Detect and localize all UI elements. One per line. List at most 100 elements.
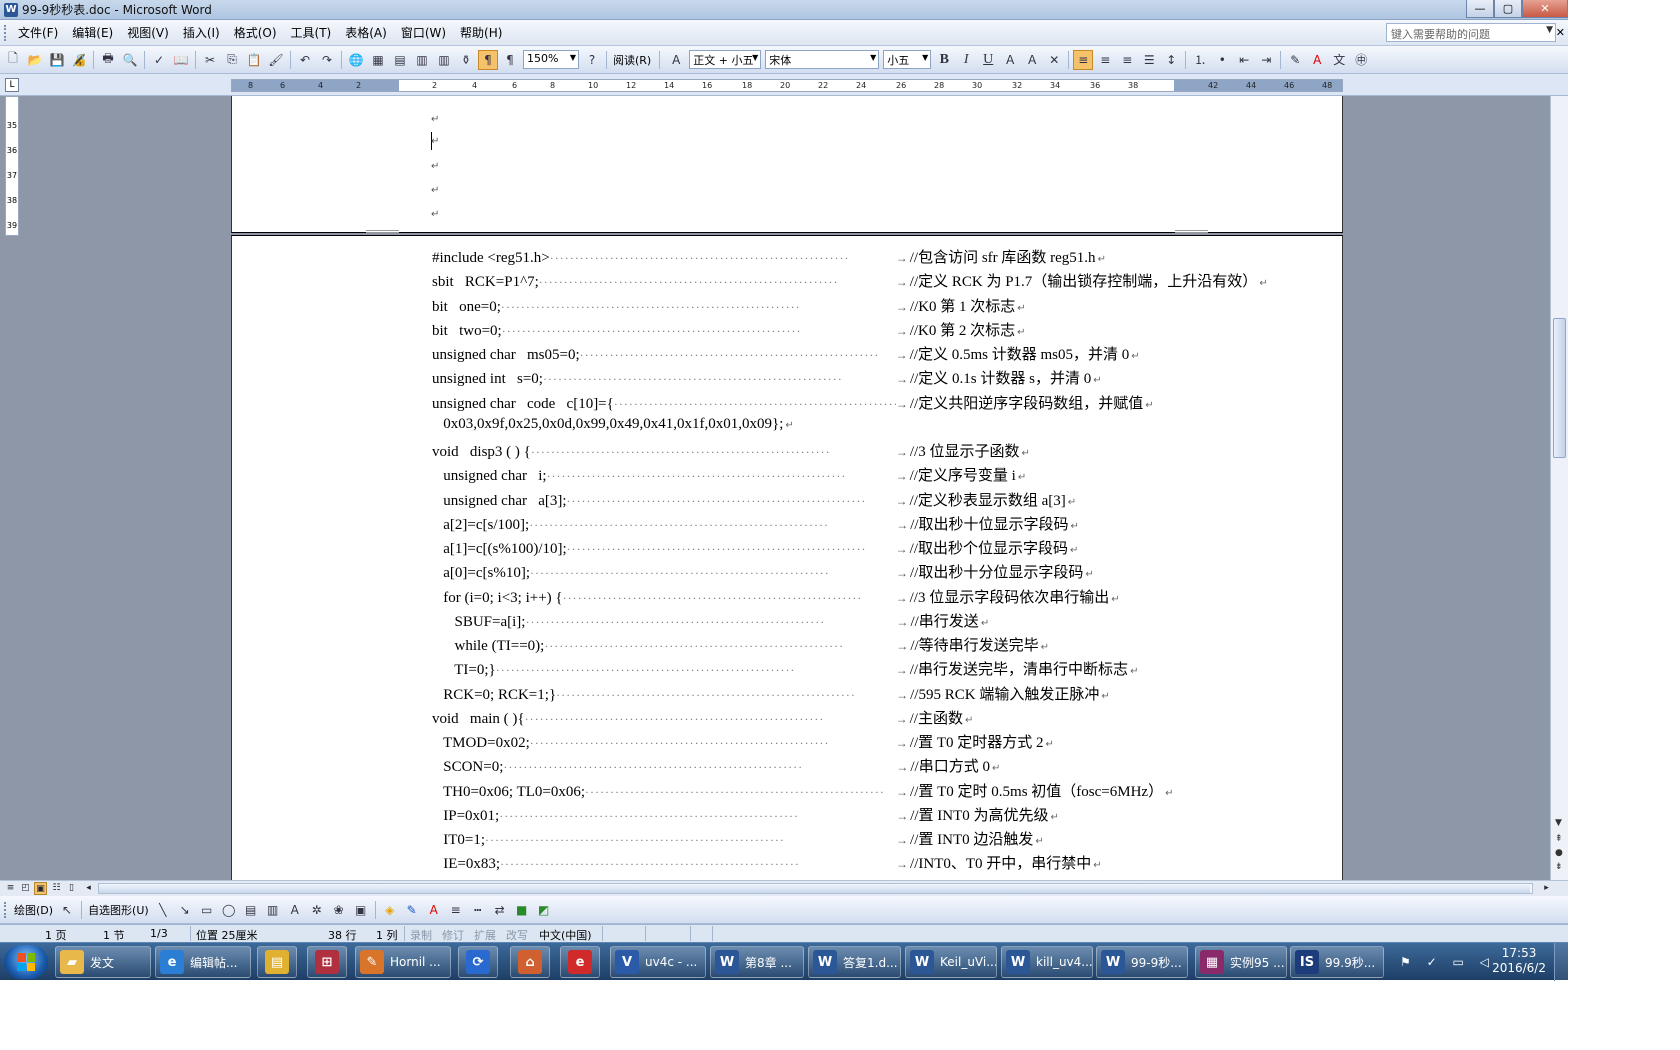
menu-insert[interactable]: 插入(I): [176, 23, 227, 43]
menu-help[interactable]: 帮助(H): [453, 23, 509, 43]
horizontal-ruler[interactable]: 8 6 4 2 2 4 6 8 10 12 14 16 18 20 22 24 26 28 30 32 34 36 38 42…: [231, 79, 1343, 92]
select-objects-icon[interactable]: ↖: [57, 900, 77, 920]
horizontal-scroll-thumb[interactable]: [99, 884, 1530, 893]
code-line[interactable]: TH0=0x06; TL0=0x06; ·····················…: [432, 780, 1174, 802]
scroll-down-icon[interactable]: ▼: [1555, 818, 1562, 828]
next-page-icon[interactable]: ⇟: [1555, 862, 1563, 872]
code-line[interactable]: void disp3 ( ) {························…: [432, 440, 1030, 462]
taskbar-window-button[interactable]: W 99-9秒...: [1096, 946, 1188, 978]
font-select[interactable]: 宋体 ▼: [765, 50, 880, 69]
print-icon[interactable]: 🖶: [98, 50, 118, 70]
tray-icons[interactable]: ⚑ ✓ ▭ ◁: [1400, 955, 1495, 969]
menu-table[interactable]: 表格(A): [338, 23, 394, 43]
status-overtype[interactable]: 改写: [506, 927, 528, 943]
code-line[interactable]: a[2]=c[s/100]; ··························…: [432, 513, 1079, 535]
draw-menu-button[interactable]: 绘图(D): [11, 902, 56, 918]
picture-icon[interactable]: ▣: [351, 900, 371, 920]
tables-borders-icon[interactable]: ▦: [368, 50, 388, 70]
char-scale-icon[interactable]: ✕: [1044, 50, 1064, 70]
code-line[interactable]: a[1]=c[(s%100)/10]; ·····················…: [432, 537, 1078, 559]
hyperlink-icon[interactable]: 🌐: [346, 50, 366, 70]
format-painter-icon[interactable]: 🖌: [266, 50, 286, 70]
open-folder-icon[interactable]: 📂: [25, 50, 45, 70]
3d-style-icon[interactable]: ◩: [534, 900, 554, 920]
menu-window[interactable]: 窗口(W): [394, 23, 453, 43]
drawing-icon[interactable]: ⚱: [456, 50, 476, 70]
taskbar-window-button[interactable]: Vuv4c - ...: [610, 946, 706, 978]
outline-view-icon[interactable]: ☷: [50, 882, 63, 895]
taskbar-pinned-app[interactable]: e: [560, 946, 600, 978]
print-preview-icon[interactable]: 🔍: [120, 50, 140, 70]
code-line[interactable]: void main ( ){··························…: [432, 707, 973, 729]
textbox-tool-icon[interactable]: ▤: [241, 900, 261, 920]
underline-button[interactable]: U: [978, 50, 998, 70]
font-color-icon[interactable]: A: [1307, 50, 1327, 70]
menu-format[interactable]: 格式(O): [227, 23, 284, 43]
new-document-icon[interactable]: 🗋: [3, 50, 23, 70]
reading-view-icon[interactable]: ▯: [65, 882, 78, 895]
print-layout-view-icon[interactable]: ▣: [34, 882, 47, 895]
chevron-down-icon[interactable]: ▼: [870, 53, 876, 62]
permission-icon[interactable]: 🔏: [69, 50, 89, 70]
menu-file[interactable]: 文件(F): [11, 23, 65, 43]
menu-edit[interactable]: 编辑(E): [65, 23, 120, 43]
taskbar-window-button[interactable]: W 答复1.d...: [808, 946, 901, 978]
wordart-icon[interactable]: A: [285, 900, 305, 920]
char-shading-icon[interactable]: Ａ: [1022, 50, 1042, 70]
scroll-right-icon[interactable]: ▸: [1540, 882, 1553, 895]
code-line[interactable]: bit two=0; ······························…: [432, 319, 1026, 341]
chevron-down-icon[interactable]: ▼: [752, 53, 758, 62]
code-line[interactable]: #include <reg51.h> ······················…: [432, 246, 1106, 268]
char-border-icon[interactable]: Ａ: [1000, 50, 1020, 70]
code-line[interactable]: TMOD=0x02; ······························…: [432, 731, 1054, 753]
code-line[interactable]: bit one=0; ······························…: [432, 295, 1026, 317]
code-line[interactable]: TI=0;} ··································…: [432, 658, 1138, 680]
show-desktop-button[interactable]: [1554, 943, 1568, 981]
insert-excel-icon[interactable]: ▥: [412, 50, 432, 70]
shadow-style-icon[interactable]: ■: [512, 900, 532, 920]
clipart-icon[interactable]: ❀: [329, 900, 349, 920]
drawbar-grip-handle[interactable]: [4, 901, 7, 918]
increase-indent-icon[interactable]: ⇥: [1256, 50, 1276, 70]
clock[interactable]: 17:53 2016/6/2: [1492, 946, 1546, 976]
show-hide-icon[interactable]: ¶: [500, 50, 520, 70]
arrow-tool-icon[interactable]: ↘: [175, 900, 195, 920]
code-line[interactable]: IE=0x83; ································…: [432, 852, 1101, 874]
copy-icon[interactable]: ⎘: [222, 50, 242, 70]
page-current[interactable]: #include <reg51.h> ······················…: [231, 230, 1343, 880]
code-line[interactable]: SBUF=a[i]; ······························…: [432, 610, 990, 632]
help-icon[interactable]: ?: [582, 50, 602, 70]
code-line[interactable]: unsigned char i; ························…: [432, 464, 1026, 486]
maximize-button[interactable]: ▢: [1494, 0, 1522, 18]
vertical-ruler[interactable]: 35 36 37 38 39: [5, 96, 19, 236]
close-document-button[interactable]: ✕: [1556, 26, 1565, 39]
line-tool-icon[interactable]: ╲: [153, 900, 173, 920]
minimize-button[interactable]: —: [1466, 0, 1494, 18]
font-size-select[interactable]: 小五 ▼: [883, 50, 932, 69]
horizontal-scrollbar[interactable]: [98, 883, 1533, 894]
oval-tool-icon[interactable]: ◯: [219, 900, 239, 920]
close-button[interactable]: ✕: [1522, 0, 1568, 18]
distributed-icon[interactable]: ☰: [1139, 50, 1159, 70]
normal-view-icon[interactable]: ≡: [4, 882, 17, 895]
status-record-macro[interactable]: 录制: [410, 927, 432, 943]
select-browse-object-icon[interactable]: ●: [1555, 848, 1563, 858]
taskbar-window-button[interactable]: W 第8章 ...: [710, 946, 804, 978]
previous-page-icon[interactable]: ⇞: [1555, 834, 1563, 844]
code-line[interactable]: unsigned char code c[10]={··············…: [432, 392, 1154, 414]
italic-button[interactable]: I: [956, 50, 976, 70]
status-extend[interactable]: 扩展: [474, 927, 496, 943]
chevron-down-icon[interactable]: ▼: [570, 53, 576, 62]
draw-font-color-icon[interactable]: A: [424, 900, 444, 920]
taskbar-window-button[interactable]: W Keil_uVi...: [905, 946, 997, 978]
undo-icon[interactable]: ↶: [295, 50, 315, 70]
code-line[interactable]: unsigned int s=0; ·······················…: [432, 367, 1102, 389]
line-color-icon[interactable]: ✎: [402, 900, 422, 920]
styles-icon[interactable]: A: [666, 50, 686, 70]
read-button[interactable]: 阅读(R): [610, 52, 654, 68]
highlight-icon[interactable]: ✎: [1285, 50, 1305, 70]
vertical-textbox-icon[interactable]: ▥: [263, 900, 283, 920]
menu-grip-handle[interactable]: [4, 24, 7, 41]
dash-style-icon[interactable]: ┅: [468, 900, 488, 920]
bold-button[interactable]: B: [934, 50, 954, 70]
